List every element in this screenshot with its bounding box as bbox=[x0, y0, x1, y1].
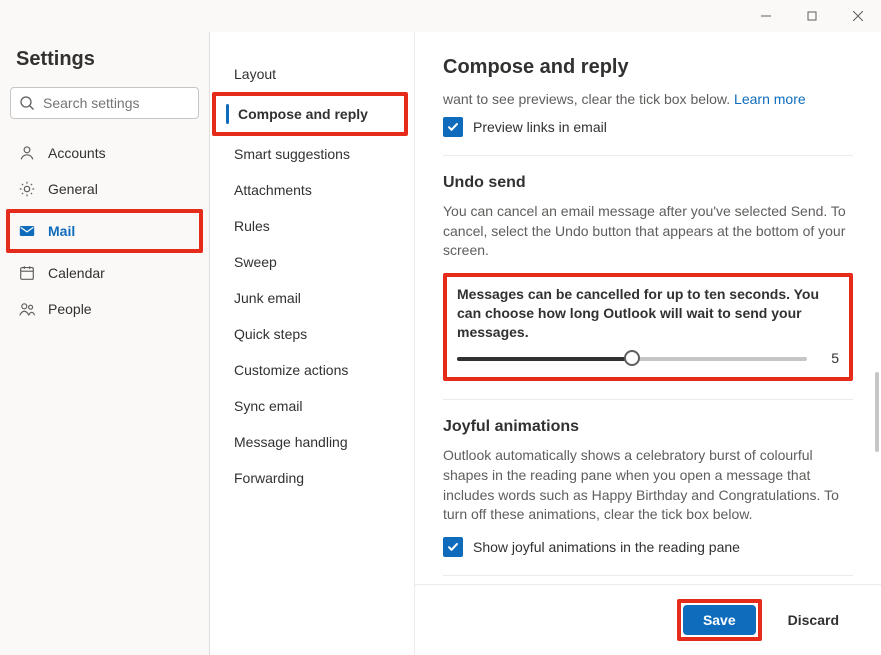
sidebar-item-label: Mail bbox=[48, 223, 75, 239]
settings-panel: Compose and reply want to see previews, … bbox=[415, 32, 881, 655]
preview-links-checkbox-row: Preview links in email bbox=[443, 117, 853, 137]
subnav-item-smart-suggestions[interactable]: Smart suggestions bbox=[210, 136, 414, 172]
panel-footer: Save Discard bbox=[415, 584, 881, 655]
subnav-item-rules[interactable]: Rules bbox=[210, 208, 414, 244]
search-box[interactable] bbox=[10, 87, 199, 119]
subnav-label: Sync email bbox=[234, 398, 302, 414]
undo-send-heading: Undo send bbox=[443, 174, 853, 192]
joyful-checkbox[interactable] bbox=[443, 537, 463, 557]
subnav-item-quick-steps[interactable]: Quick steps bbox=[210, 316, 414, 352]
text: want to see previews, clear the tick box… bbox=[443, 91, 734, 107]
subnav-item-sync-email[interactable]: Sync email bbox=[210, 388, 414, 424]
subnav-label: Quick steps bbox=[234, 326, 307, 342]
discard-button[interactable]: Discard bbox=[774, 605, 853, 635]
slider-thumb[interactable] bbox=[624, 350, 640, 366]
subnav-item-junk-email[interactable]: Junk email bbox=[210, 280, 414, 316]
preview-links-desc-truncated: want to see previews, clear the tick box… bbox=[443, 91, 853, 107]
subnav-label: Smart suggestions bbox=[234, 146, 350, 162]
window-titlebar bbox=[0, 0, 881, 32]
divider bbox=[443, 575, 853, 576]
subnav-label: Layout bbox=[234, 66, 276, 82]
scrollbar-thumb[interactable] bbox=[875, 372, 879, 452]
window-close-button[interactable] bbox=[835, 0, 881, 32]
joyful-desc: Outlook automatically shows a celebrator… bbox=[443, 446, 853, 524]
search-input[interactable] bbox=[43, 95, 224, 111]
joyful-checkbox-label: Show joyful animations in the reading pa… bbox=[473, 539, 740, 555]
subnav-item-customize-actions[interactable]: Customize actions bbox=[210, 352, 414, 388]
check-icon bbox=[447, 121, 459, 133]
sidebar-item-general[interactable]: General bbox=[10, 171, 199, 207]
learn-more-link[interactable]: Learn more bbox=[734, 91, 806, 107]
subnav-item-sweep[interactable]: Sweep bbox=[210, 244, 414, 280]
undo-send-slider[interactable] bbox=[457, 349, 807, 367]
panel-header: Compose and reply bbox=[415, 32, 881, 91]
page-title: Settings bbox=[16, 48, 195, 71]
panel-title: Compose and reply bbox=[443, 56, 853, 79]
joyful-heading: Joyful animations bbox=[443, 418, 853, 436]
subnav-item-attachments[interactable]: Attachments bbox=[210, 172, 414, 208]
sidebar-item-label: Accounts bbox=[48, 145, 106, 161]
sidebar-item-mail[interactable]: Mail bbox=[10, 213, 199, 249]
subnav-label: Compose and reply bbox=[238, 106, 368, 122]
sidebar-item-calendar[interactable]: Calendar bbox=[10, 255, 199, 291]
subnav-label: Rules bbox=[234, 218, 270, 234]
joyful-checkbox-row: Show joyful animations in the reading pa… bbox=[443, 537, 853, 557]
person-icon bbox=[18, 144, 36, 162]
undo-send-slider-row: 5 bbox=[457, 349, 839, 367]
search-icon bbox=[19, 95, 35, 111]
preview-links-checkbox[interactable] bbox=[443, 117, 463, 137]
window-maximize-button[interactable] bbox=[789, 0, 835, 32]
mail-icon bbox=[18, 222, 36, 240]
subnav-label: Forwarding bbox=[234, 470, 304, 486]
save-button[interactable]: Save bbox=[683, 605, 756, 635]
sidebar-item-people[interactable]: People bbox=[10, 291, 199, 327]
people-icon bbox=[18, 300, 36, 318]
check-icon bbox=[447, 541, 459, 553]
undo-send-highlight: Messages can be cancelled for up to ten … bbox=[443, 273, 853, 382]
gear-icon bbox=[18, 180, 36, 198]
subnav-label: Junk email bbox=[234, 290, 301, 306]
subnav-item-message-handling[interactable]: Message handling bbox=[210, 424, 414, 460]
subnav-label: Sweep bbox=[234, 254, 277, 270]
sidebar-item-label: People bbox=[48, 301, 92, 317]
subnav-item-compose-and-reply[interactable]: Compose and reply bbox=[216, 96, 404, 132]
subnav-label: Attachments bbox=[234, 182, 312, 198]
subnav-item-forwarding[interactable]: Forwarding bbox=[210, 460, 414, 496]
sidebar-item-accounts[interactable]: Accounts bbox=[10, 135, 199, 171]
sidebar-item-label: Calendar bbox=[48, 265, 105, 281]
divider bbox=[443, 155, 853, 156]
undo-send-value: 5 bbox=[823, 350, 839, 366]
subnav-item-layout[interactable]: Layout bbox=[210, 56, 414, 92]
sidebar: Settings Accounts General Mail Calendar … bbox=[0, 32, 210, 655]
slider-fill bbox=[457, 357, 632, 361]
calendar-icon bbox=[18, 264, 36, 282]
undo-send-desc: You can cancel an email message after yo… bbox=[443, 202, 853, 261]
divider bbox=[443, 399, 853, 400]
panel-scroll[interactable]: want to see previews, clear the tick box… bbox=[415, 91, 881, 584]
subnav: Layout Compose and reply Smart suggestio… bbox=[210, 32, 415, 655]
subnav-label: Message handling bbox=[234, 434, 348, 450]
subnav-label: Customize actions bbox=[234, 362, 348, 378]
sidebar-item-label: General bbox=[48, 181, 98, 197]
preview-links-checkbox-label: Preview links in email bbox=[473, 119, 607, 135]
undo-send-bold-msg: Messages can be cancelled for up to ten … bbox=[457, 285, 839, 342]
window-minimize-button[interactable] bbox=[743, 0, 789, 32]
